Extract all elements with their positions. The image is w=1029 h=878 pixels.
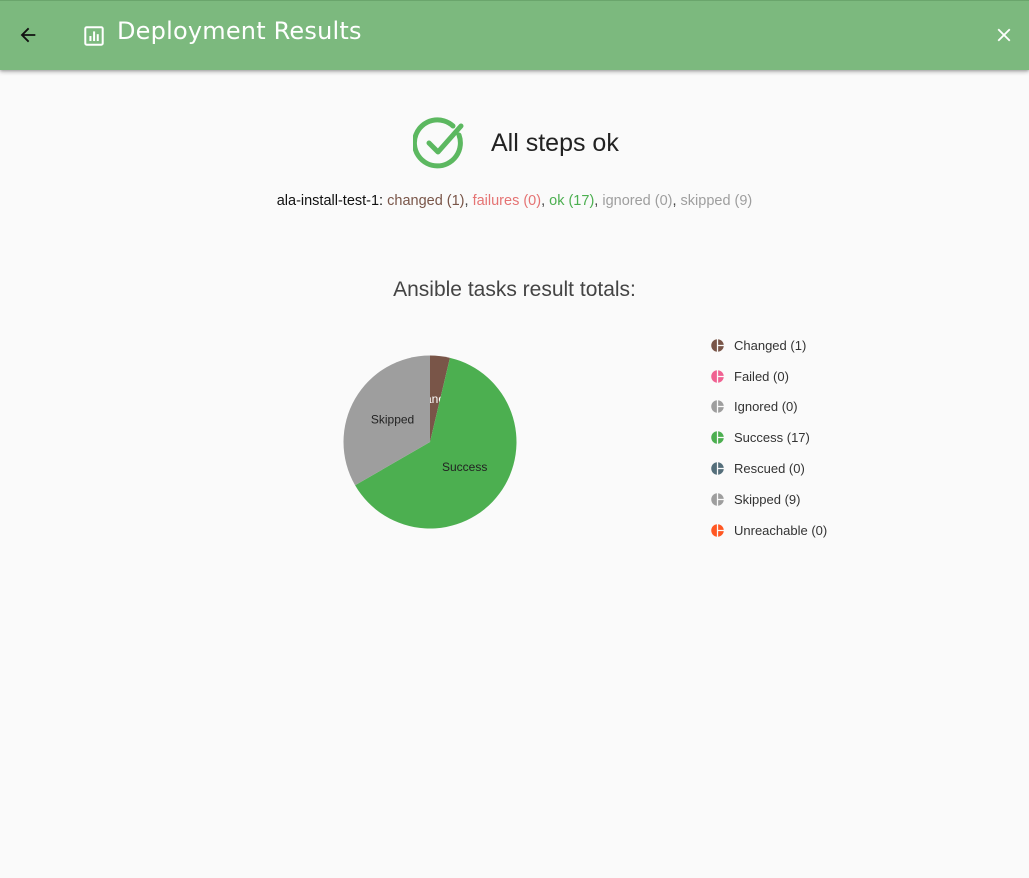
failures-count: failures (0) [472,193,542,209]
separator: , [541,193,550,209]
close-button[interactable] [988,19,1020,51]
legend-label: Ignored (0) [734,399,798,415]
pie-chart-icon [711,462,724,475]
pie-chart-icon [711,493,724,506]
legend-item-ignored[interactable]: Ignored (0) [710,392,910,423]
chart-legend: Changed (1) Failed (0) Ignored (0) Success … [710,330,910,546]
pie-chart-icon [711,400,724,414]
arrow-back-icon [20,27,36,43]
pie-label-success: Success [442,460,487,474]
separator: , [464,193,473,209]
pie-chart-icon [711,369,724,383]
close-icon [997,28,1011,42]
ok-count: ok (17) [549,193,595,209]
check-circle-icon [413,117,464,169]
legend-label: Changed (1) [734,337,807,353]
pie-chart-icon [711,431,724,445]
pie-chart-icon [711,339,724,352]
host-summary: ala-install-test-1: changed (1), failure… [0,193,1029,209]
back-button[interactable] [12,19,44,51]
chart-report-icon [84,26,104,46]
results-pie-chart: ChangedSuccessSkipped [343,355,517,529]
legend-label: Unreachable (0) [734,522,828,538]
changed-count: changed (1) [387,193,465,209]
skipped-count: skipped (9) [680,193,753,209]
legend-label: Success (17) [734,430,810,446]
host-name: ala-install-test-1: [276,193,384,209]
pie-label-skipped: Skipped [371,413,414,427]
legend-item-unreachable[interactable]: Unreachable (0) [710,515,910,546]
chart-title: Ansible tasks result totals: [393,278,636,301]
page-title: Deployment Results [117,17,362,45]
legend-label: Skipped (9) [734,491,801,507]
legend-item-success[interactable]: Success (17) [710,422,910,453]
legend-label: Rescued (0) [734,461,805,477]
legend-item-failed[interactable]: Failed (0) [710,361,910,392]
status-text: All steps ok [491,128,619,157]
legend-label: Failed (0) [734,368,789,384]
app-bar: Deployment Results [0,0,1029,70]
legend-item-changed[interactable]: Changed (1) [710,330,910,361]
separator: , [672,193,681,209]
ignored-count: ignored (0) [602,193,673,209]
status-banner: All steps ok [413,116,619,170]
pie-chart-icon [711,523,724,537]
legend-item-rescued[interactable]: Rescued (0) [710,453,910,484]
legend-item-skipped[interactable]: Skipped (9) [710,484,910,515]
